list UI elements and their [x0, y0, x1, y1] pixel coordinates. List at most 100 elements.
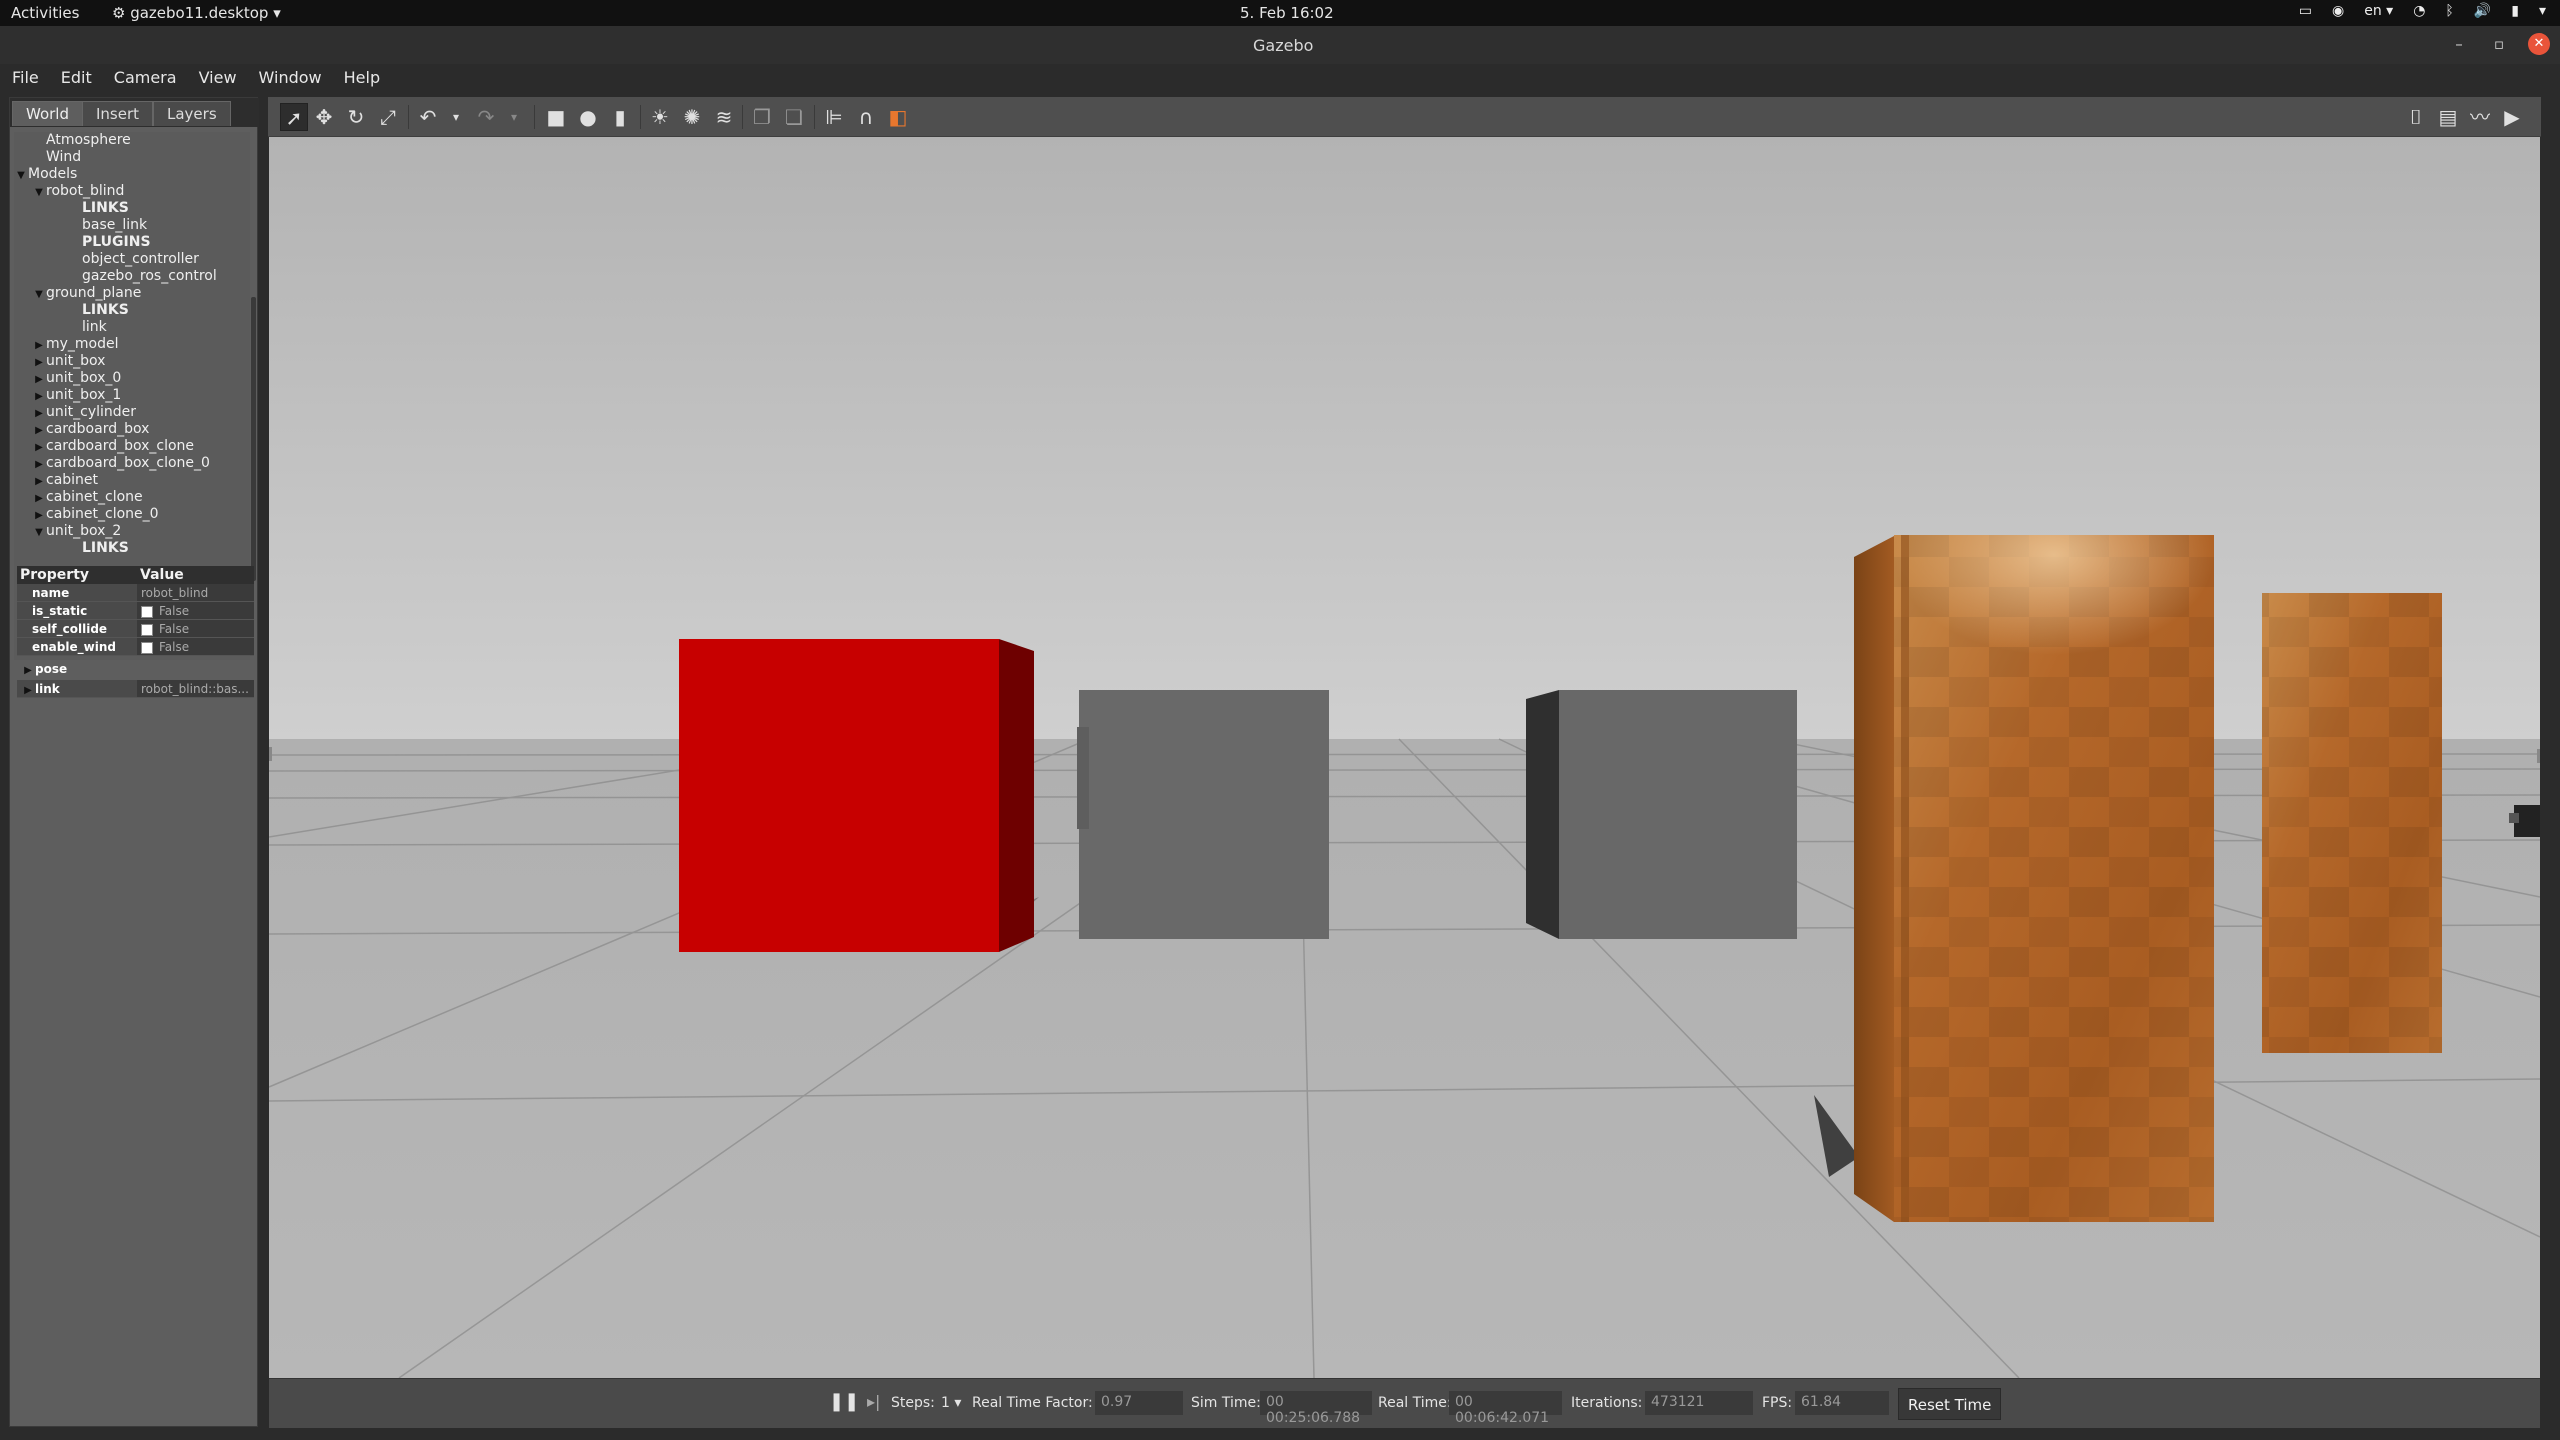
- tree-item[interactable]: ▶ cabinet_clone: [14, 489, 250, 506]
- self-collide-checkbox[interactable]: [141, 623, 153, 636]
- step-icon[interactable]: ▸|: [867, 1392, 880, 1411]
- menu-help[interactable]: Help: [344, 68, 380, 90]
- tree-item[interactable]: LINKS: [14, 200, 250, 217]
- tree-item[interactable]: link: [14, 319, 250, 336]
- tree-item[interactable]: Atmosphere: [14, 132, 250, 149]
- caret-right-icon[interactable]: ▶: [32, 439, 46, 456]
- tab-layers[interactable]: Layers: [153, 101, 231, 126]
- pause-icon[interactable]: ❚❚: [829, 1391, 859, 1412]
- tree-item[interactable]: ▶ unit_box: [14, 353, 250, 370]
- tree-item[interactable]: ▼ unit_box_2: [14, 523, 250, 540]
- left-splitter-handle[interactable]: [269, 747, 272, 761]
- cylinder-shape-icon[interactable]: ▮: [606, 103, 634, 131]
- caret-right-icon[interactable]: ▶: [32, 354, 46, 371]
- battery-icon[interactable]: ▮: [2511, 3, 2519, 19]
- tree-scrollbar[interactable]: [251, 297, 256, 581]
- wifi-icon[interactable]: ◔: [2413, 3, 2425, 19]
- copy-icon[interactable]: ❐: [748, 103, 776, 131]
- tree-item[interactable]: ▼ Models: [14, 166, 250, 183]
- menu-file[interactable]: File: [12, 68, 39, 90]
- tree-item[interactable]: ▶ unit_cylinder: [14, 404, 250, 421]
- activities-button[interactable]: Activities: [11, 4, 79, 22]
- close-icon[interactable]: ✕: [2528, 33, 2550, 55]
- plot-icon[interactable]: 〰: [2466, 103, 2494, 131]
- tree-item[interactable]: LINKS: [14, 302, 250, 319]
- menu-camera[interactable]: Camera: [114, 68, 177, 90]
- 3d-viewport[interactable]: [269, 137, 2540, 1378]
- snap-icon[interactable]: ∩: [852, 103, 880, 131]
- caret-right-icon[interactable]: ▶: [32, 388, 46, 405]
- tree-item[interactable]: ▶ unit_box_0: [14, 370, 250, 387]
- app-menu[interactable]: ⚙ gazebo11.desktop ▾: [112, 4, 281, 22]
- tree-item[interactable]: Wind: [14, 149, 250, 166]
- caret-right-icon[interactable]: ▶: [32, 405, 46, 422]
- enable-wind-checkbox[interactable]: [141, 641, 153, 654]
- translate-mode-icon[interactable]: ✥: [310, 103, 338, 131]
- tree-item[interactable]: ▼ ground_plane: [14, 285, 250, 302]
- tree-item[interactable]: object_controller: [14, 251, 250, 268]
- change-view-icon[interactable]: ◧: [884, 103, 912, 131]
- caret-right-icon[interactable]: ▶: [32, 371, 46, 388]
- caret-right-icon[interactable]: ▶: [32, 490, 46, 507]
- align-icon[interactable]: ⊫: [820, 103, 848, 131]
- box-shape-icon[interactable]: ■: [542, 103, 570, 131]
- caret-right-icon[interactable]: ▶: [32, 422, 46, 439]
- caret-right-icon[interactable]: ▶: [32, 507, 46, 524]
- menu-window[interactable]: Window: [259, 68, 322, 90]
- undo-icon[interactable]: ↶: [414, 103, 442, 131]
- tree-item[interactable]: ▶ cardboard_box_clone_0: [14, 455, 250, 472]
- tree-item[interactable]: ▶ unit_box_1: [14, 387, 250, 404]
- tree-item[interactable]: base_link: [14, 217, 250, 234]
- clock[interactable]: 5. Feb 16:02: [1240, 4, 1334, 22]
- tab-insert[interactable]: Insert: [82, 101, 154, 126]
- property-group-pose[interactable]: ▶ pose: [17, 660, 254, 678]
- screenshot-icon[interactable]: ⌷: [2402, 103, 2430, 131]
- tree-item[interactable]: gazebo_ros_control: [14, 268, 250, 285]
- tree-item[interactable]: ▶ my_model: [14, 336, 250, 353]
- caret-down-icon[interactable]: ▼: [14, 167, 28, 184]
- redo-history-icon[interactable]: ▾: [500, 103, 528, 131]
- sphere-shape-icon[interactable]: ●: [574, 103, 602, 131]
- tree-item[interactable]: ▶ cabinet: [14, 472, 250, 489]
- undo-history-icon[interactable]: ▾: [442, 103, 470, 131]
- paste-icon[interactable]: ❏: [780, 103, 808, 131]
- tree-item[interactable]: LINKS: [14, 540, 250, 557]
- caret-down-icon[interactable]: ▼: [32, 184, 46, 201]
- directional-light-icon[interactable]: ≋: [710, 103, 738, 131]
- maximize-icon[interactable]: ▫: [2488, 33, 2510, 55]
- rotate-mode-icon[interactable]: ↻: [342, 103, 370, 131]
- video-record-icon[interactable]: ▶: [2498, 103, 2526, 131]
- discord-icon[interactable]: ◉: [2332, 3, 2344, 19]
- tree-item[interactable]: ▶ cardboard_box_clone: [14, 438, 250, 455]
- menu-view[interactable]: View: [199, 68, 237, 90]
- spot-light-icon[interactable]: ✺: [678, 103, 706, 131]
- caret-right-icon[interactable]: ▶: [32, 473, 46, 490]
- property-group-link[interactable]: ▶ link robot_blind::bas...: [17, 680, 254, 698]
- tree-item[interactable]: ▼ robot_blind: [14, 183, 250, 200]
- screen-icon[interactable]: ▭: [2299, 3, 2312, 19]
- caret-right-icon[interactable]: ▶: [32, 337, 46, 354]
- system-tray[interactable]: ▭ ◉ en ▾ ◔ ᛒ 🔊 ▮ ▾: [2299, 3, 2546, 19]
- reset-time-button[interactable]: Reset Time: [1898, 1388, 2002, 1420]
- log-icon[interactable]: ▤: [2434, 103, 2462, 131]
- caret-down-icon[interactable]: ▼: [32, 524, 46, 541]
- power-menu-icon[interactable]: ▾: [2539, 3, 2546, 19]
- menu-edit[interactable]: Edit: [61, 68, 92, 90]
- volume-icon[interactable]: 🔊: [2474, 3, 2491, 19]
- tree-item[interactable]: PLUGINS: [14, 234, 250, 251]
- select-mode-icon[interactable]: ➚: [280, 103, 308, 131]
- bluetooth-icon[interactable]: ᛒ: [2445, 3, 2453, 19]
- caret-down-icon[interactable]: ▼: [32, 286, 46, 303]
- tree-item[interactable]: ▶ cardboard_box: [14, 421, 250, 438]
- tab-world[interactable]: World: [12, 101, 83, 126]
- right-splitter-handle[interactable]: [2537, 749, 2540, 763]
- steps-spinbox[interactable]: 1 ▾: [941, 1395, 961, 1411]
- minimize-icon[interactable]: –: [2448, 33, 2470, 55]
- tree-item[interactable]: ▶ cabinet_clone_0: [14, 506, 250, 523]
- caret-right-icon[interactable]: ▶: [32, 456, 46, 473]
- point-light-icon[interactable]: ☀: [646, 103, 674, 131]
- scale-mode-icon[interactable]: ⤢: [374, 103, 402, 131]
- redo-icon[interactable]: ↷: [472, 103, 500, 131]
- keyboard-layout[interactable]: en ▾: [2364, 3, 2393, 19]
- is-static-checkbox[interactable]: [141, 605, 153, 618]
